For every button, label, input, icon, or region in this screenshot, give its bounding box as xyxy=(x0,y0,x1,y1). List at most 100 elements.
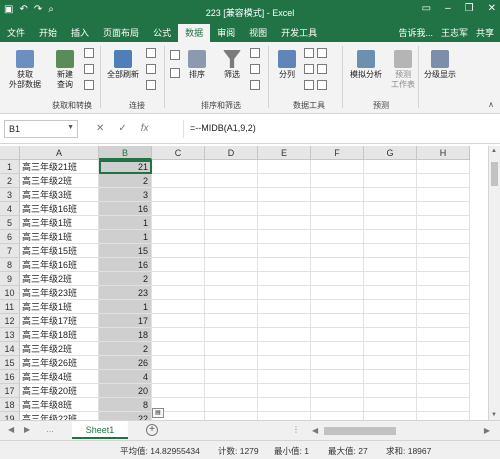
column-header-d[interactable]: D xyxy=(205,146,258,160)
clear-filter-button[interactable] xyxy=(250,48,260,58)
cell-h13[interactable] xyxy=(417,328,470,342)
minimize-icon[interactable]: – xyxy=(445,3,451,14)
cell-h7[interactable] xyxy=(417,244,470,258)
edit-links-button[interactable] xyxy=(146,80,156,90)
cell-f13[interactable] xyxy=(311,328,364,342)
cell-d11[interactable] xyxy=(205,300,258,314)
cell-f10[interactable] xyxy=(311,286,364,300)
cell-b1[interactable]: 21 xyxy=(99,160,152,174)
insert-function-icon[interactable]: fx xyxy=(141,123,149,134)
row-header[interactable]: 7 xyxy=(0,244,20,258)
cell-b5[interactable]: 1 xyxy=(99,216,152,230)
row-header[interactable]: 18 xyxy=(0,398,20,412)
cell-h16[interactable] xyxy=(417,370,470,384)
from-table-button[interactable] xyxy=(84,64,94,74)
cell-b10[interactable]: 23 xyxy=(99,286,152,300)
get-external-data-button[interactable]: 获取 外部数据 xyxy=(6,50,44,90)
cell-g13[interactable] xyxy=(364,328,417,342)
cell-h5[interactable] xyxy=(417,216,470,230)
cell-h1[interactable] xyxy=(417,160,470,174)
prev-sheet-icon[interactable]: ◀ xyxy=(8,425,14,434)
cell-a4[interactable]: 高三年级16班 xyxy=(20,202,99,216)
cell-g17[interactable] xyxy=(364,384,417,398)
advanced-filter-button[interactable] xyxy=(250,80,260,90)
formula-input[interactable]: =--MIDB(A1,9,2) xyxy=(183,120,496,138)
cell-e4[interactable] xyxy=(258,202,311,216)
sheet-tab-sheet1[interactable]: Sheet1 xyxy=(72,421,128,439)
cell-e14[interactable] xyxy=(258,342,311,356)
cell-f14[interactable] xyxy=(311,342,364,356)
cell-e11[interactable] xyxy=(258,300,311,314)
row-header[interactable]: 14 xyxy=(0,342,20,356)
row-header[interactable]: 10 xyxy=(0,286,20,300)
horizontal-scroll-thumb[interactable] xyxy=(324,427,396,435)
cell-b11[interactable]: 1 xyxy=(99,300,152,314)
restore-icon[interactable]: ❐ xyxy=(465,3,474,14)
tab-review[interactable]: 审阅 xyxy=(210,24,242,42)
add-sheet-icon[interactable]: + xyxy=(146,424,158,436)
cell-h4[interactable] xyxy=(417,202,470,216)
cell-g11[interactable] xyxy=(364,300,417,314)
tab-developer[interactable]: 开发工具 xyxy=(274,24,324,42)
cell-g4[interactable] xyxy=(364,202,417,216)
cell-d17[interactable] xyxy=(205,384,258,398)
cell-b14[interactable]: 2 xyxy=(99,342,152,356)
cell-g1[interactable] xyxy=(364,160,417,174)
properties-button[interactable] xyxy=(146,64,156,74)
quick-analysis-icon[interactable]: ▤ xyxy=(152,408,164,418)
sort-desc-button[interactable] xyxy=(170,68,180,78)
cell-h8[interactable] xyxy=(417,258,470,272)
close-icon[interactable]: ✕ xyxy=(488,3,496,14)
cell-a11[interactable]: 高三年级1班 xyxy=(20,300,99,314)
cell-c10[interactable] xyxy=(152,286,205,300)
more-sheets-icon[interactable]: … xyxy=(46,425,54,434)
cell-c17[interactable] xyxy=(152,384,205,398)
cell-d16[interactable] xyxy=(205,370,258,384)
cell-d6[interactable] xyxy=(205,230,258,244)
cell-e10[interactable] xyxy=(258,286,311,300)
cell-b15[interactable]: 26 xyxy=(99,356,152,370)
cell-f15[interactable] xyxy=(311,356,364,370)
row-header[interactable]: 1 xyxy=(0,160,20,174)
row-header[interactable]: 2 xyxy=(0,174,20,188)
cell-h10[interactable] xyxy=(417,286,470,300)
cell-f19[interactable] xyxy=(311,412,364,420)
ribbon-display-icon[interactable]: ▭ xyxy=(422,3,431,14)
cell-b17[interactable]: 20 xyxy=(99,384,152,398)
cell-a13[interactable]: 高三年级18班 xyxy=(20,328,99,342)
column-header-f[interactable]: F xyxy=(311,146,364,160)
cell-e6[interactable] xyxy=(258,230,311,244)
cell-e9[interactable] xyxy=(258,272,311,286)
connections-button[interactable] xyxy=(146,48,156,58)
cell-f7[interactable] xyxy=(311,244,364,258)
column-header-g[interactable]: G xyxy=(364,146,417,160)
remove-duplicates-button[interactable] xyxy=(304,64,327,74)
cell-d12[interactable] xyxy=(205,314,258,328)
cell-d3[interactable] xyxy=(205,188,258,202)
cell-f16[interactable] xyxy=(311,370,364,384)
column-header-h[interactable]: H xyxy=(417,146,470,160)
cell-c8[interactable] xyxy=(152,258,205,272)
row-header[interactable]: 19 xyxy=(0,412,20,420)
tell-me-box[interactable]: 告诉我... xyxy=(398,24,433,42)
cell-d8[interactable] xyxy=(205,258,258,272)
text-to-columns-button[interactable]: 分列 xyxy=(274,50,300,80)
cell-f8[interactable] xyxy=(311,258,364,272)
cell-c9[interactable] xyxy=(152,272,205,286)
enter-icon[interactable]: ✓ xyxy=(118,123,126,134)
tab-split-handle-icon[interactable]: ⋮ xyxy=(292,425,300,434)
cell-c12[interactable] xyxy=(152,314,205,328)
cell-e2[interactable] xyxy=(258,174,311,188)
cell-g9[interactable] xyxy=(364,272,417,286)
cell-c13[interactable] xyxy=(152,328,205,342)
cell-h19[interactable] xyxy=(417,412,470,420)
cell-b18[interactable]: 8 xyxy=(99,398,152,412)
worksheet-grid[interactable]: A B C D E F G H 1 高三年级21班 21 2 高三年级2班 2 3 高三年级3班 3 4 高三年级1… xyxy=(0,146,488,420)
cell-c4[interactable] xyxy=(152,202,205,216)
cell-f4[interactable] xyxy=(311,202,364,216)
cell-c11[interactable] xyxy=(152,300,205,314)
cell-a2[interactable]: 高三年级2班 xyxy=(20,174,99,188)
cell-a3[interactable]: 高三年级3班 xyxy=(20,188,99,202)
row-header[interactable]: 13 xyxy=(0,328,20,342)
cell-g6[interactable] xyxy=(364,230,417,244)
